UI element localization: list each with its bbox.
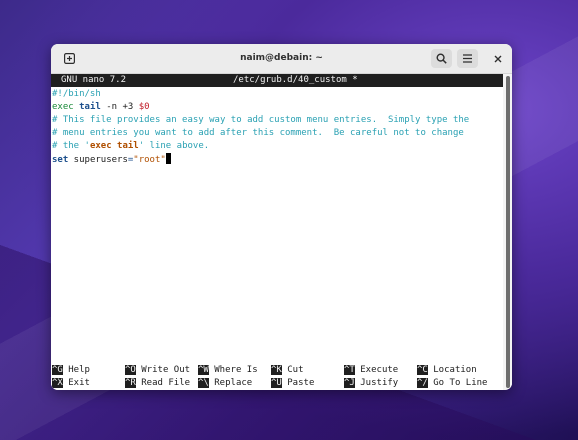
- set-variable: superusers: [68, 155, 128, 165]
- shortcut-item: ^G Help: [52, 364, 90, 377]
- shortcut-item: ^C Location: [417, 364, 477, 377]
- scrollbar[interactable]: [503, 74, 512, 390]
- editor-line-6: set superusers="root": [52, 153, 171, 166]
- new-tab-button[interactable]: [60, 49, 79, 68]
- title-bar[interactable]: naim@debain: ~: [51, 44, 512, 74]
- text-cursor: [165, 153, 171, 164]
- search-icon: [436, 53, 447, 64]
- scrollbar-thumb[interactable]: [506, 76, 510, 388]
- menu-button[interactable]: [457, 49, 478, 68]
- search-button[interactable]: [431, 49, 452, 68]
- tail-options: -n +3: [100, 102, 139, 112]
- shebang-text: #!/bin/sh: [52, 89, 101, 99]
- shortcut-label: Help: [68, 365, 90, 375]
- shortcut-key: ^J: [344, 378, 355, 388]
- shortcut-key: ^W: [198, 365, 209, 375]
- shortcut-label: Go To Line: [433, 378, 488, 388]
- shortcut-item: ^J Justify: [344, 377, 398, 390]
- shortcut-key: ^\: [198, 378, 209, 388]
- editor-line-3: # This file provides an easy way to add …: [52, 115, 470, 125]
- shortcut-key: ^R: [125, 378, 136, 388]
- comment-suffix: ' line above.: [138, 141, 210, 151]
- shortcut-key: ^T: [344, 365, 355, 375]
- shortcut-key: ^U: [271, 378, 282, 388]
- shortcut-key: ^G: [52, 365, 63, 375]
- nano-filename: /etc/grub.d/40_custom *: [233, 75, 358, 85]
- shortcut-item: ^W Where Is: [198, 364, 258, 377]
- terminal-content[interactable]: GNU nano 7.2 /etc/grub.d/40_custom * #!/…: [51, 74, 503, 390]
- shortcut-item: ^O Write Out: [125, 364, 190, 377]
- shortcut-label: Execute: [360, 365, 399, 375]
- tail-command: tail: [79, 102, 101, 112]
- shortcut-item: ^K Cut: [271, 364, 304, 377]
- editor-line-2: exec tail -n +3 $0: [52, 101, 150, 114]
- shortcut-label: Read File: [141, 378, 191, 388]
- shortcut-label: Exit: [68, 378, 90, 388]
- comment-code: exec tail: [89, 141, 139, 151]
- exec-keyword: exec: [52, 102, 74, 112]
- shortcut-item: ^R Read File: [125, 377, 190, 390]
- nano-version: GNU nano 7.2: [61, 75, 127, 85]
- comment-prefix: # the ': [52, 141, 90, 151]
- shortcut-key: ^/: [417, 378, 428, 388]
- shortcut-item: ^U Paste: [271, 377, 314, 390]
- shortcut-item: ^/ Go To Line: [417, 377, 487, 390]
- script-variable: $0: [138, 102, 150, 112]
- editor-line-1: #!/bin/sh: [52, 88, 101, 101]
- shortcut-key: ^C: [417, 365, 428, 375]
- shortcut-label: Write Out: [141, 365, 191, 375]
- shortcut-label: Cut: [287, 365, 304, 375]
- close-icon: [494, 55, 501, 62]
- set-value: "root": [133, 155, 166, 165]
- set-keyword: set: [52, 155, 69, 165]
- shortcut-key: ^O: [125, 365, 136, 375]
- terminal-window: naim@debain: ~ GNU nano 7.2 /etc/grub.d/…: [51, 44, 512, 390]
- shortcut-item: ^X Exit: [52, 377, 90, 390]
- shortcut-label: Location: [433, 365, 477, 375]
- new-tab-icon: [64, 53, 75, 64]
- shortcut-label: Where Is: [214, 365, 258, 375]
- close-button[interactable]: [488, 49, 507, 68]
- editor-line-4: # menu entries you want to add after thi…: [52, 128, 464, 138]
- hamburger-menu-icon: [463, 54, 472, 63]
- editor-line-5: # the 'exec tail' line above.: [52, 140, 209, 153]
- nano-header-bar: GNU nano 7.2 /etc/grub.d/40_custom *: [51, 74, 503, 87]
- shortcut-item: ^\ Replace: [198, 377, 252, 390]
- shortcut-key: ^X: [52, 378, 63, 388]
- shortcut-label: Justify: [360, 378, 399, 388]
- shortcut-item: ^T Execute: [344, 364, 398, 377]
- shortcut-key: ^K: [271, 365, 282, 375]
- shortcut-label: Replace: [214, 378, 253, 388]
- shortcut-label: Paste: [287, 378, 315, 388]
